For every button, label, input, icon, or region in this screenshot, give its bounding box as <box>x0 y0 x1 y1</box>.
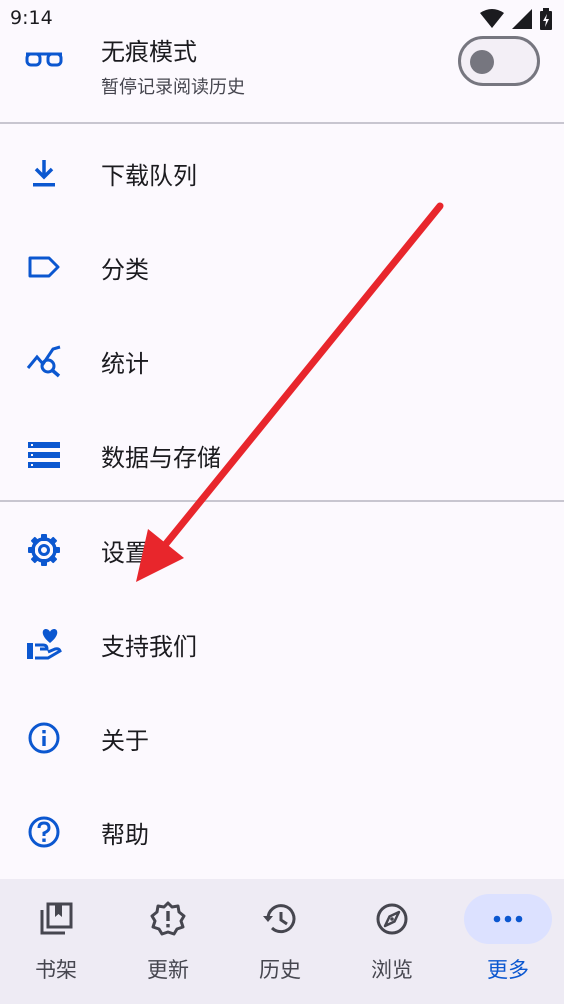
menu-item-support[interactable]: 支持我们 <box>0 597 564 691</box>
history-icon <box>236 894 324 944</box>
compass-icon <box>348 894 436 944</box>
nav-label-history: 历史 <box>259 958 301 982</box>
incognito-title: 无痕模式 <box>101 38 197 66</box>
nav-library[interactable]: 书架 <box>0 879 112 1004</box>
toggle-knob <box>470 50 494 74</box>
gear-icon <box>26 532 62 568</box>
menu-item-categories[interactable]: 分类 <box>0 220 564 314</box>
menu-label-statistics: 统计 <box>101 349 149 378</box>
more-horizontal-icon <box>464 894 552 944</box>
menu-label-help: 帮助 <box>101 820 149 849</box>
new-releases-icon <box>124 894 212 944</box>
nav-label-library: 书架 <box>35 958 77 982</box>
divider <box>0 500 564 502</box>
help-icon <box>26 814 62 850</box>
bottom-navigation: 书架 更新 历史 浏览 更多 <box>0 879 564 1004</box>
label-tag-icon <box>26 249 62 285</box>
menu-label-support: 支持我们 <box>101 632 197 661</box>
menu-label-settings: 设置 <box>101 538 149 567</box>
menu-item-download-queue[interactable]: 下载队列 <box>0 126 564 220</box>
nav-more[interactable]: 更多 <box>452 879 564 1004</box>
query-stats-icon <box>26 343 62 379</box>
menu-label-about: 关于 <box>101 726 149 755</box>
menu-label-data-storage: 数据与存储 <box>101 443 221 472</box>
menu-item-about[interactable]: 关于 <box>0 691 564 785</box>
nav-label-more: 更多 <box>487 958 529 982</box>
menu-item-data-storage[interactable]: 数据与存储 <box>0 408 564 502</box>
menu-item-statistics[interactable]: 统计 <box>0 314 564 408</box>
menu-label-categories: 分类 <box>101 255 149 284</box>
nav-updates[interactable]: 更新 <box>112 879 224 1004</box>
nav-history[interactable]: 历史 <box>224 879 336 1004</box>
menu-item-settings[interactable]: 设置 <box>0 503 564 597</box>
storage-icon <box>26 437 62 473</box>
menu-label-download-queue: 下载队列 <box>101 161 197 190</box>
nav-label-browse: 浏览 <box>371 958 413 982</box>
menu-item-help[interactable]: 帮助 <box>0 785 564 879</box>
nav-label-updates: 更新 <box>147 958 189 982</box>
glasses-icon <box>24 48 64 72</box>
download-icon <box>26 155 62 191</box>
info-icon <box>26 720 62 756</box>
volunteer-heart-icon <box>26 626 62 662</box>
library-books-icon <box>12 894 100 944</box>
nav-browse[interactable]: 浏览 <box>336 879 448 1004</box>
incognito-toggle[interactable] <box>458 36 540 86</box>
incognito-subtitle: 暂停记录阅读历史 <box>101 77 245 98</box>
divider <box>0 122 564 124</box>
